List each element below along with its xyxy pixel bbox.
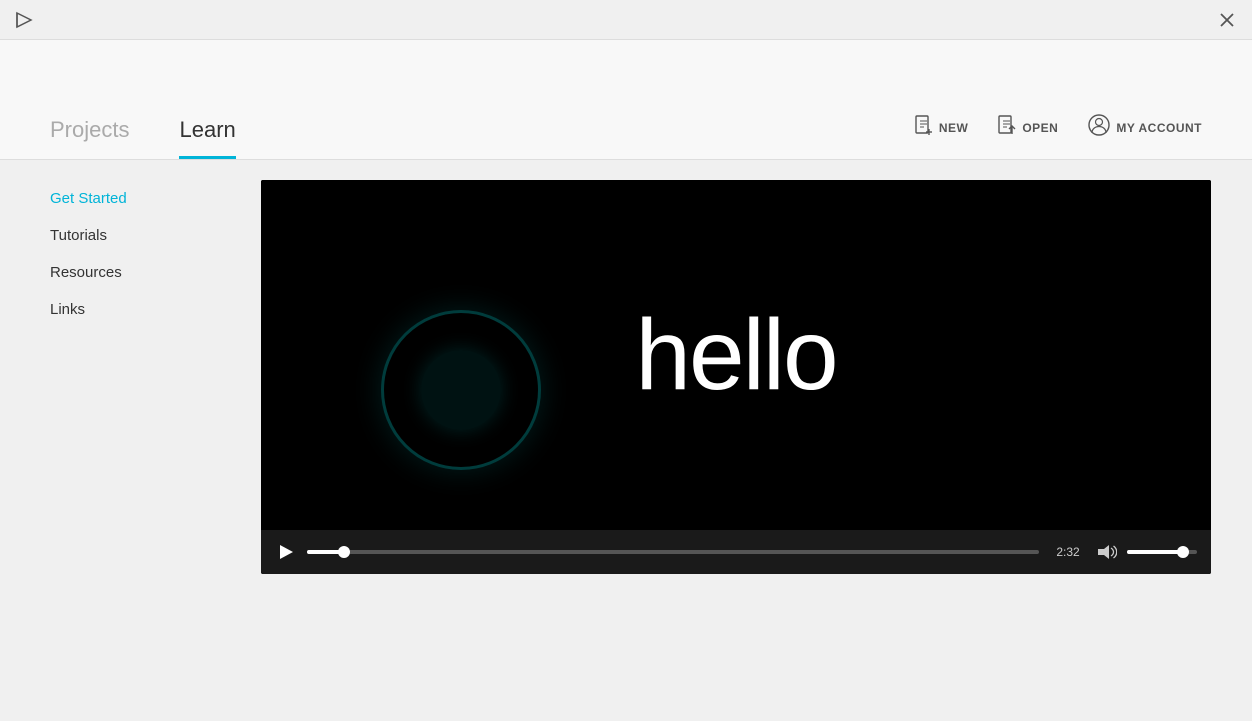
sidebar: Get Started Tutorials Resources Links <box>0 160 240 721</box>
sidebar-item-resources[interactable]: Resources <box>50 264 190 281</box>
sidebar-item-tutorials[interactable]: Tutorials <box>50 227 190 244</box>
volume-button[interactable] <box>1097 544 1117 560</box>
video-controls: 2:32 <box>261 530 1211 574</box>
new-icon <box>915 115 933 140</box>
play-icon <box>280 545 293 559</box>
volume-bar[interactable] <box>1127 550 1197 554</box>
tab-learn[interactable]: Learn <box>179 117 235 159</box>
title-bar-left <box>14 10 34 30</box>
close-button[interactable] <box>1216 9 1238 31</box>
time-display: 2:32 <box>1049 545 1087 559</box>
volume-icon <box>1097 544 1117 560</box>
video-screen: hello <box>261 180 1211 530</box>
main-content: Get Started Tutorials Resources Links he… <box>0 160 1252 721</box>
play-button[interactable] <box>275 541 297 563</box>
open-button[interactable]: OPEN <box>998 115 1058 140</box>
nav-actions: NEW OPEN <box>915 114 1202 159</box>
progress-fill <box>307 550 344 554</box>
progress-bar[interactable] <box>307 550 1039 554</box>
sidebar-item-links[interactable]: Links <box>50 301 190 318</box>
volume-fill <box>1127 550 1183 554</box>
tab-projects[interactable]: Projects <box>50 117 129 159</box>
account-icon <box>1088 114 1110 141</box>
video-player: hello 2:32 <box>261 180 1211 574</box>
video-bg-inner <box>421 350 501 430</box>
sidebar-item-get-started[interactable]: Get Started <box>50 190 190 207</box>
volume-thumb <box>1177 546 1189 558</box>
new-button[interactable]: NEW <box>915 115 969 140</box>
open-icon <box>998 115 1016 140</box>
nav-bar: Projects Learn NEW <box>0 40 1252 160</box>
content-area: hello 2:32 <box>240 160 1252 721</box>
video-hello-text: hello <box>635 298 836 413</box>
app-icon <box>14 10 34 30</box>
title-bar <box>0 0 1252 40</box>
nav-tabs: Projects Learn <box>50 117 236 159</box>
my-account-button[interactable]: MY ACCOUNT <box>1088 114 1202 141</box>
progress-thumb <box>338 546 350 558</box>
